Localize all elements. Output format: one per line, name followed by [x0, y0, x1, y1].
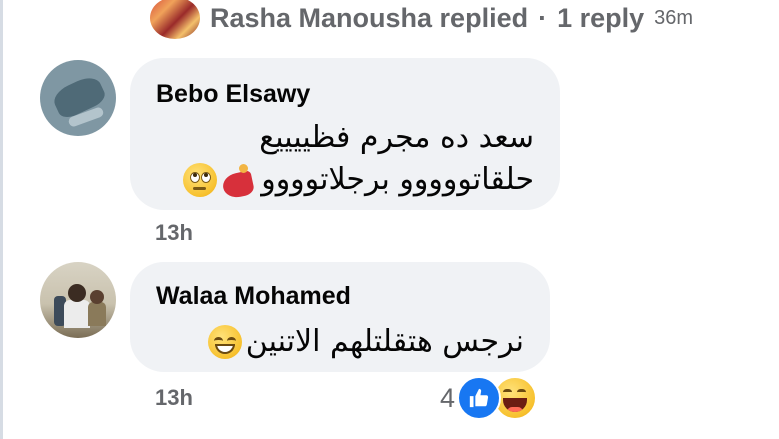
replies-summary[interactable]: Rasha Manousha replied · 1 reply 36m [150, 0, 693, 40]
replies-summary-text[interactable]: Rasha Manousha replied [210, 3, 528, 34]
avatar-bebo-elsawy[interactable] [40, 60, 116, 136]
woman-dancing-emoji [221, 163, 257, 200]
thumbs-up-icon [469, 388, 489, 408]
comment-text-line: نرجس هتقلتلهم الاتنين [207, 324, 524, 359]
separator-dot: · [538, 2, 548, 33]
comment-text: نرجس هتقلتلهم الاتنين [245, 324, 524, 359]
comment-bubble: Bebo Elsawy سعد ده مجرم فظييييع حلقاتووو… [130, 58, 560, 210]
avatar[interactable] [150, 0, 200, 39]
like-icon[interactable] [457, 376, 502, 420]
comment-bubble: Walaa Mohamed نرجس هتقلتلهم الاتنين [130, 262, 550, 372]
comment-text: حلقاتووووو برجلاتوووو [261, 162, 534, 197]
comment-timestamp[interactable]: 13h [155, 385, 193, 411]
reply-count[interactable]: 1 reply [557, 3, 644, 34]
avatar-walaa-mohamed[interactable] [40, 262, 116, 338]
reaction-count[interactable]: 4 [440, 383, 455, 414]
comment-text-line: سعد ده مجرم فظييييع [259, 120, 534, 155]
grinning-smiling-eyes-emoji [207, 324, 242, 359]
comment-timestamp[interactable]: 13h [155, 220, 193, 246]
comment-text: سعد ده مجرم فظييييع [259, 120, 534, 155]
face-rolling-eyes-emoji [183, 162, 218, 197]
reply-time: 36m [654, 6, 694, 29]
comment-author[interactable]: Bebo Elsawy [156, 80, 310, 109]
thread-line [0, 0, 3, 439]
comment-text-line: حلقاتووووو برجلاتوووو [183, 162, 534, 200]
comment-author[interactable]: Walaa Mohamed [156, 282, 351, 311]
reaction-summary[interactable]: 4 [440, 375, 538, 421]
